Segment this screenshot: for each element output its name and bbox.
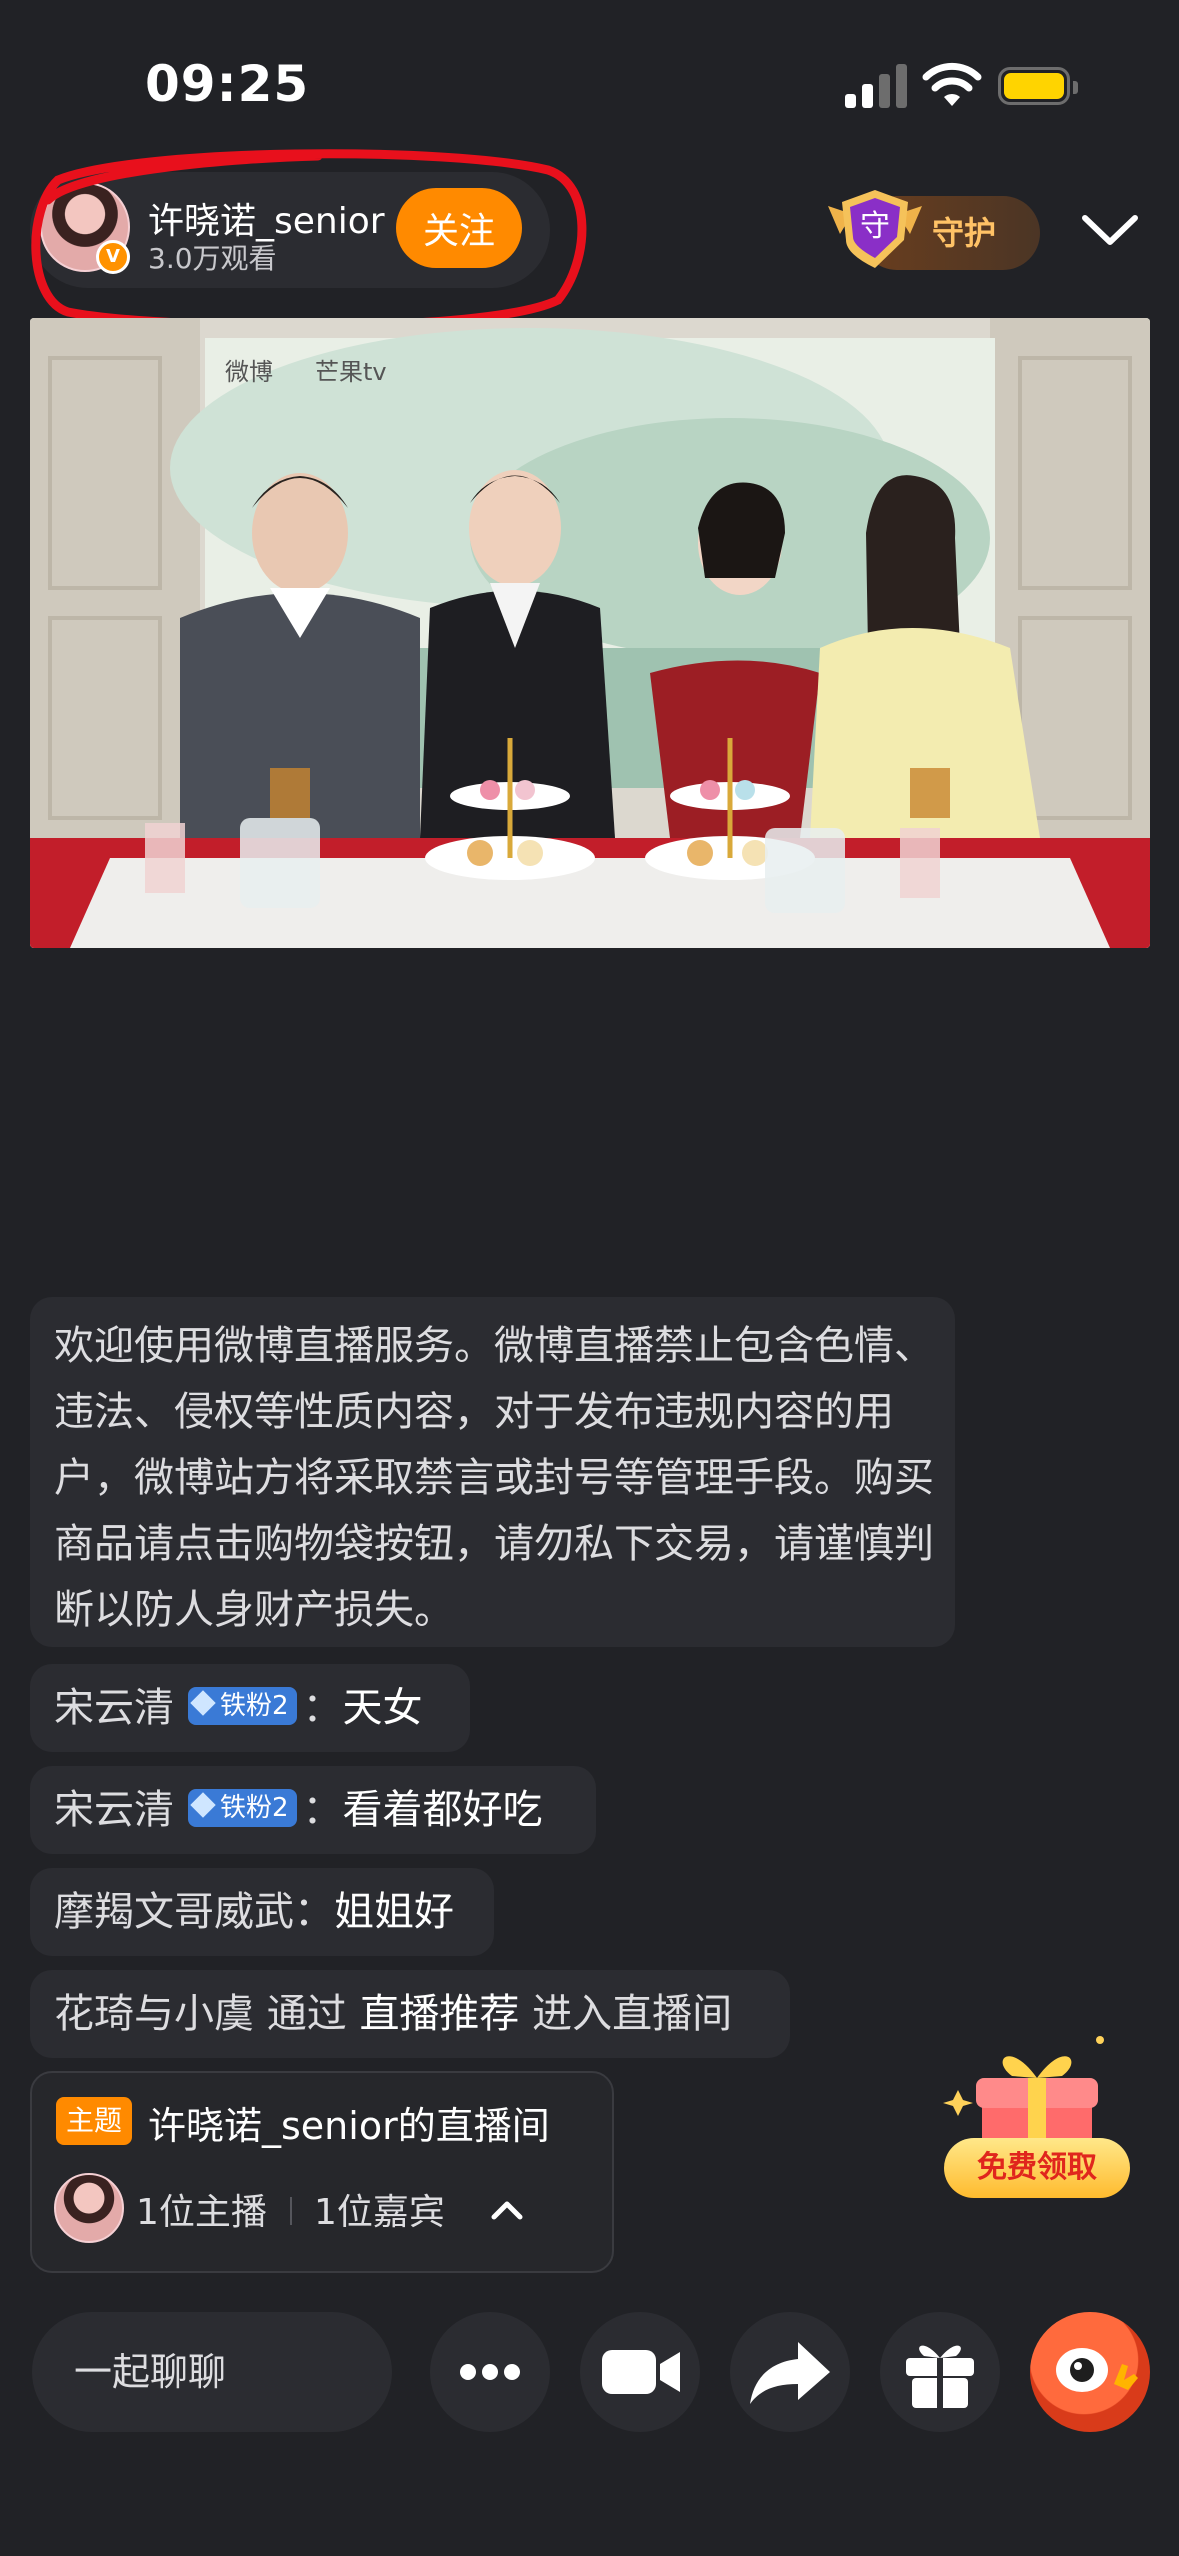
camera-icon bbox=[602, 2350, 680, 2394]
chat-username[interactable]: 花琦与小虞 bbox=[54, 1991, 254, 2037]
guard-button[interactable]: 守 守护 bbox=[820, 188, 1040, 270]
chat-separator: ： bbox=[294, 1889, 334, 1935]
free-claim-label[interactable]: 免费领取 bbox=[944, 2138, 1130, 2198]
chat-username[interactable]: 摩羯文哥威武 bbox=[54, 1889, 294, 1935]
watermark-weibo: 微博 bbox=[225, 358, 273, 386]
room-title: 许晓诺_senior的直播间 bbox=[148, 2104, 550, 2148]
announcement-notice: 欢迎使用微博直播服务。微博直播禁止包含色情、违法、侵权等性质内容，对于发布违规内… bbox=[30, 1297, 955, 1647]
watermark-mango: 芒果tv bbox=[315, 358, 387, 386]
chat-message-system[interactable]: 花琦与小虞 通过 直播推荐 进入直播间 bbox=[30, 1970, 790, 2058]
share-button[interactable] bbox=[730, 2312, 850, 2432]
weibo-mascot-button[interactable] bbox=[1030, 2312, 1150, 2432]
topic-tag: 主题 bbox=[56, 2097, 132, 2145]
diamond-icon bbox=[190, 1690, 216, 1716]
chat-separator: ： bbox=[302, 1787, 343, 1833]
chat-text: 看着都好吃 bbox=[342, 1787, 543, 1833]
chat-via: 通过 bbox=[266, 1991, 347, 2037]
room-host-avatar bbox=[54, 2173, 124, 2243]
chevron-up-icon[interactable] bbox=[482, 2185, 532, 2235]
guard-shield-icon: 守 bbox=[828, 190, 922, 268]
chat-separator: ： bbox=[302, 1685, 343, 1731]
battery-icon bbox=[998, 67, 1078, 105]
chat-source: 直播推荐 bbox=[359, 1991, 520, 2037]
chat-text: 姐姐好 bbox=[334, 1889, 454, 1935]
status-time: 09:25 bbox=[145, 55, 310, 113]
fan-badge: 铁粉2 bbox=[188, 1789, 297, 1827]
chat-message[interactable]: 宋云清 铁粉2 ：天女 bbox=[30, 1664, 470, 1752]
live-video[interactable]: 微博 芒果tv bbox=[30, 318, 1150, 948]
more-button[interactable] bbox=[430, 2312, 550, 2432]
free-gift-promo[interactable]: 免费领取 bbox=[940, 2020, 1140, 2215]
chat-message[interactable]: 宋云清 铁粉2 ：看着都好吃 bbox=[30, 1766, 596, 1854]
cellular-signal-icon bbox=[845, 62, 907, 108]
share-icon bbox=[750, 2342, 830, 2404]
chat-username[interactable]: 宋云清 bbox=[54, 1685, 174, 1731]
chat-input[interactable] bbox=[32, 2312, 392, 2432]
chat-username[interactable]: 宋云清 bbox=[54, 1787, 174, 1833]
wifi-icon bbox=[922, 60, 982, 108]
room-host-count: 1位主播 bbox=[136, 2192, 267, 2233]
camera-button[interactable] bbox=[580, 2312, 700, 2432]
divider bbox=[290, 2197, 292, 2225]
fan-badge: 铁粉2 bbox=[188, 1687, 297, 1725]
chat-action: 进入直播间 bbox=[532, 1991, 733, 2037]
weibo-mascot-icon bbox=[1056, 2348, 1138, 2392]
chevron-down-icon[interactable] bbox=[1075, 200, 1145, 260]
guard-label: 守护 bbox=[932, 214, 997, 252]
diamond-icon bbox=[190, 1792, 216, 1818]
room-guest-count: 1位嘉宾 bbox=[314, 2192, 445, 2233]
chat-message[interactable]: 摩羯文哥威武：姐姐好 bbox=[30, 1868, 494, 1956]
gift-icon bbox=[906, 2345, 974, 2408]
svg-text:守: 守 bbox=[860, 209, 890, 244]
chat-text: 天女 bbox=[342, 1685, 423, 1731]
announcement-text: 欢迎使用微博直播服务。微博直播禁止包含色情、违法、侵权等性质内容，对于发布违规内… bbox=[54, 1323, 934, 1633]
more-icon bbox=[460, 2364, 520, 2380]
red-annotation-circle bbox=[31, 149, 587, 330]
room-info-card[interactable]: 主题 许晓诺_senior的直播间 1位主播 1位嘉宾 bbox=[30, 2071, 614, 2273]
gift-button[interactable] bbox=[880, 2312, 1000, 2432]
